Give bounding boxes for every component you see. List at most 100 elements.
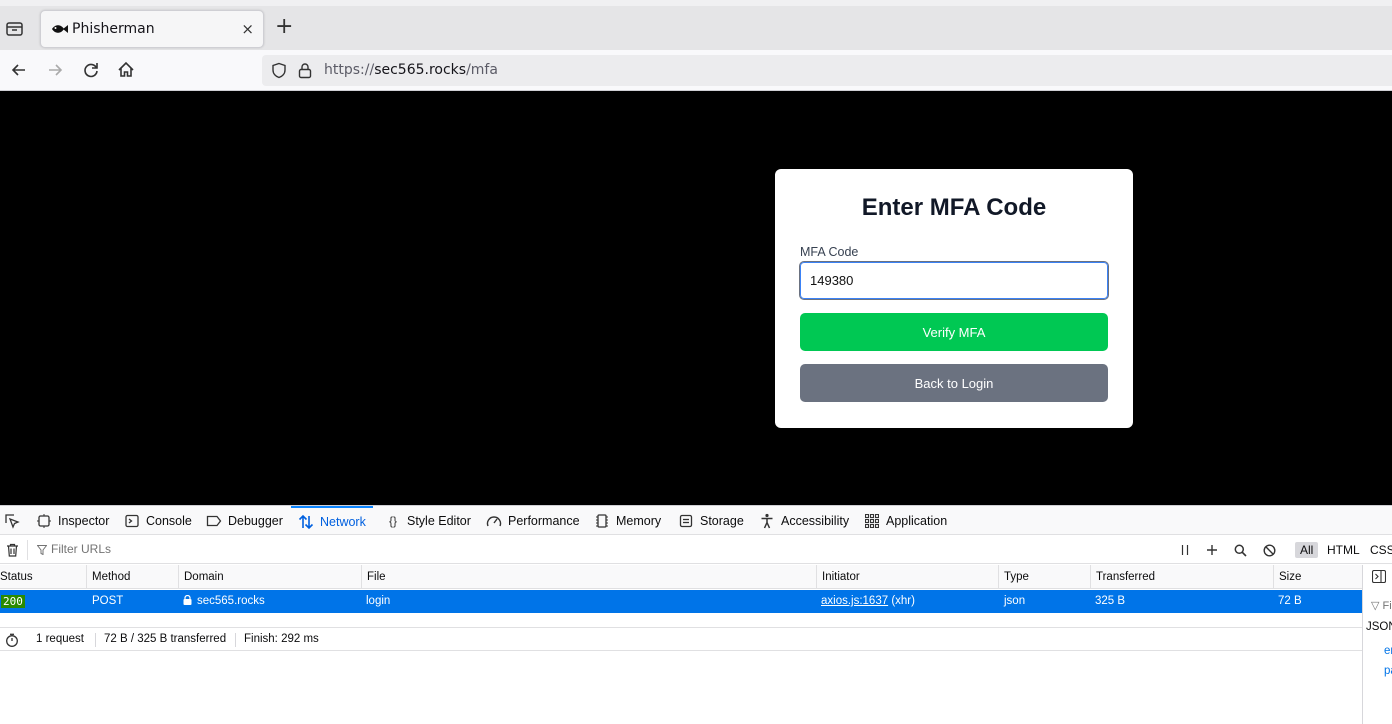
status-badge: 200 xyxy=(1,595,25,608)
tab-label: Debugger xyxy=(228,513,283,528)
style-editor-icon: {} xyxy=(388,513,397,528)
filter-css-button[interactable]: CSS xyxy=(1365,542,1392,558)
toggle-sidebar-icon[interactable] xyxy=(1372,570,1386,583)
inspector-icon xyxy=(36,513,52,529)
url-scheme: https:// xyxy=(324,62,375,78)
json-key-error[interactable]: error xyxy=(1384,645,1392,657)
url-bar[interactable]: https://sec565.rocks/mfa xyxy=(262,55,1392,86)
tab-label: Storage xyxy=(700,513,744,528)
tab-label: Network xyxy=(320,514,366,529)
url-path: /mfa xyxy=(466,62,498,78)
column-header-size[interactable]: Size xyxy=(1273,565,1362,589)
tab-inspector[interactable]: Inspector xyxy=(36,506,109,535)
url-text[interactable]: https://sec565.rocks/mfa xyxy=(324,62,498,78)
tab-accessibility[interactable]: Accessibility xyxy=(759,506,849,535)
json-key-password[interactable]: password xyxy=(1384,665,1392,677)
initiator-link[interactable]: axios.js:1637 xyxy=(821,595,888,607)
tab-strip: Phisherman × + xyxy=(0,0,1392,50)
trash-icon[interactable] xyxy=(6,543,19,557)
type-cell: json xyxy=(1004,595,1026,607)
tab-title: Phisherman xyxy=(72,21,155,37)
home-icon[interactable] xyxy=(115,59,137,81)
lock-icon[interactable] xyxy=(297,62,313,79)
shield-icon[interactable] xyxy=(271,62,287,79)
page-viewport: Enter MFA Code MFA Code Verify MFA Back … xyxy=(0,91,1392,505)
plus-icon[interactable] xyxy=(1204,542,1220,558)
back-arrow-icon[interactable] xyxy=(8,59,30,81)
column-header-file[interactable]: File xyxy=(361,565,816,589)
column-header-transferred[interactable]: Transferred xyxy=(1090,565,1273,589)
request-table-header: Status Method Domain File Initiator Type… xyxy=(0,565,1362,589)
transferred-cell: 325 B xyxy=(1095,595,1126,607)
table-row[interactable]: 200 POST sec565.rocks login axios.js:163… xyxy=(0,590,1362,613)
fish-icon xyxy=(52,25,68,33)
filter-html-button[interactable]: HTML xyxy=(1322,542,1365,558)
console-icon xyxy=(124,513,140,529)
storage-icon xyxy=(678,513,694,529)
filter-all-button[interactable]: All xyxy=(1295,542,1319,558)
element-picker-icon[interactable] xyxy=(4,513,20,529)
forward-arrow-icon[interactable] xyxy=(44,59,66,81)
performance-icon xyxy=(486,513,502,529)
tab-label: Memory xyxy=(616,513,662,528)
tab-storage[interactable]: Storage xyxy=(678,506,744,535)
column-header-method[interactable]: Method xyxy=(86,565,178,589)
tab-label: Inspector xyxy=(58,513,110,528)
browser-tab[interactable]: Phisherman × xyxy=(40,10,264,48)
column-header-status[interactable]: Status xyxy=(0,565,86,589)
domain-cell: sec565.rocks xyxy=(183,590,265,613)
initiator-cell: axios.js:1637 (xhr) xyxy=(821,590,915,613)
initiator-suffix: (xhr) xyxy=(888,595,915,607)
tab-performance[interactable]: Performance xyxy=(486,506,580,535)
request-count: 1 request xyxy=(36,633,84,645)
accessibility-icon xyxy=(759,513,775,529)
divider xyxy=(235,633,236,647)
stopwatch-icon xyxy=(6,633,18,647)
verify-mfa-button[interactable]: Verify MFA xyxy=(800,313,1108,351)
column-header-domain[interactable]: Domain xyxy=(178,565,361,589)
tab-label: Style Editor xyxy=(407,513,471,528)
devtools-panel: Inspector Console Debugger Network {} St… xyxy=(0,505,1392,724)
network-filter-bar: Filter URLs All HTML CSS xyxy=(0,536,1392,564)
filter-urls-input[interactable]: Filter URLs xyxy=(51,542,111,556)
search-icon[interactable] xyxy=(1232,542,1248,558)
tab-console[interactable]: Console xyxy=(124,506,192,535)
filter-icon xyxy=(37,545,47,555)
tab-label: Application xyxy=(886,513,948,528)
mfa-code-label: MFA Code xyxy=(800,245,859,259)
network-icon xyxy=(298,514,314,530)
divider xyxy=(95,633,96,647)
application-icon xyxy=(864,513,880,529)
side-filter-text: Filter xyxy=(1382,600,1392,612)
divider xyxy=(27,540,28,560)
network-summary-bar: 1 request 72 B / 325 B transferred Finis… xyxy=(0,627,1362,651)
lock-icon xyxy=(183,595,192,605)
finish-time: Finish: 292 ms xyxy=(244,633,319,645)
block-icon[interactable] xyxy=(1261,542,1277,558)
tab-network[interactable]: Network xyxy=(291,506,373,535)
method-cell: POST xyxy=(92,595,124,607)
debugger-icon xyxy=(206,513,222,529)
size-cell: 72 B xyxy=(1278,595,1302,607)
new-tab-button[interactable]: + xyxy=(275,16,293,38)
tab-list-icon[interactable] xyxy=(5,20,25,38)
domain-text: sec565.rocks xyxy=(197,595,265,607)
column-header-type[interactable]: Type xyxy=(998,565,1090,589)
reload-icon[interactable] xyxy=(80,59,102,81)
tab-debugger[interactable]: Debugger xyxy=(206,506,283,535)
transfer-summary: 72 B / 325 B transferred xyxy=(104,633,227,645)
tab-label: Console xyxy=(146,513,192,528)
column-header-initiator[interactable]: Initiator xyxy=(816,565,998,589)
tab-application[interactable]: Application xyxy=(864,506,947,535)
navigation-bar: https://sec565.rocks/mfa xyxy=(0,50,1392,91)
json-label: JSON xyxy=(1366,621,1392,633)
mfa-code-input[interactable] xyxy=(799,261,1109,300)
tab-label: Accessibility xyxy=(781,513,850,528)
pause-icon[interactable] xyxy=(1177,542,1193,558)
tab-style-editor[interactable]: {} Style Editor xyxy=(385,506,471,535)
close-tab-icon[interactable]: × xyxy=(241,20,254,38)
tab-memory[interactable]: Memory xyxy=(594,506,661,535)
back-to-login-button[interactable]: Back to Login xyxy=(800,364,1108,402)
devtools-toolbar: Inspector Console Debugger Network {} St… xyxy=(0,506,1392,535)
filter-properties-input[interactable]: ▽ Filter xyxy=(1371,599,1392,612)
